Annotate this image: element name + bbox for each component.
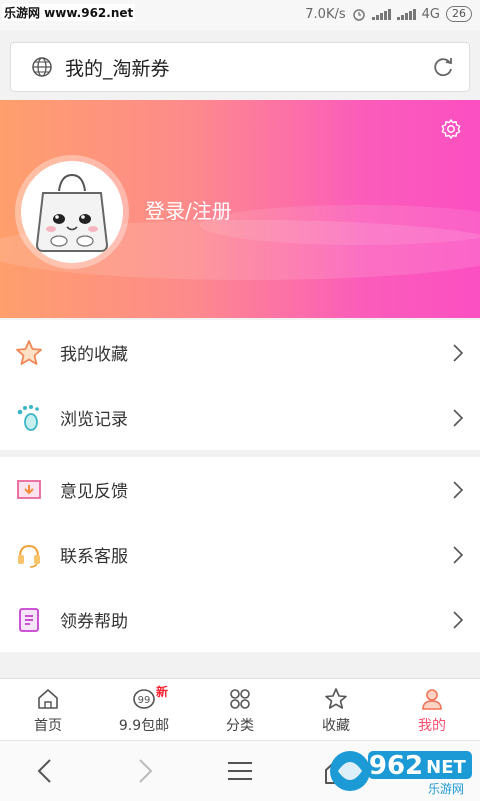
tab-favorites[interactable]: 收藏 [288, 679, 384, 741]
tab-free-shipping[interactable]: 99 新 9.9包邮 [96, 679, 192, 741]
menu-group-2: 意见反馈 联系客服 领券帮助 [0, 457, 480, 652]
tab-label: 我的 [418, 718, 446, 734]
menu-item-label: 我的收藏 [60, 345, 128, 365]
back-icon[interactable] [30, 755, 62, 787]
user-icon [422, 689, 442, 710]
logo-subtitle: 乐游网 [428, 782, 464, 796]
watermark-logo: 962 NET 乐游网 [330, 751, 472, 796]
status-bar: 乐游网 www.962.net 7.0K/s 4G 26 [0, 0, 480, 30]
shopping-bag-mascot-icon [35, 173, 109, 252]
menu-item-feedback[interactable]: 意见反馈 [0, 457, 480, 522]
tab-label: 首页 [34, 718, 62, 734]
free-shipping-icon: 99 [133, 689, 155, 709]
status-indicators: 7.0K/s 4G 26 [305, 6, 472, 22]
avatar-image [21, 161, 123, 263]
menu-item-coupon-help[interactable]: 领券帮助 [0, 587, 480, 652]
svg-text:99: 99 [138, 695, 151, 706]
watermark: 乐游网 www.962.net [2, 4, 136, 21]
logo-number: 962 [369, 751, 423, 781]
avatar[interactable] [15, 155, 129, 269]
signal-icon-2 [396, 8, 416, 20]
chevron-right-icon [453, 610, 464, 629]
tab-label: 9.9包邮 [118, 718, 170, 734]
network-speed: 7.0K/s [305, 6, 346, 22]
battery-indicator: 26 [446, 6, 472, 22]
profile-header: 登录/注册 [0, 100, 480, 318]
menu-item-history[interactable]: 浏览记录 [0, 385, 480, 450]
page-title: 我的_淘新券 [65, 57, 170, 80]
star-icon [16, 339, 42, 365]
menu-icon[interactable] [224, 755, 256, 787]
menu-item-label: 意见反馈 [60, 482, 128, 502]
tab-label: 分类 [226, 718, 254, 734]
footprint-icon [17, 404, 39, 431]
home-icon [38, 689, 58, 709]
menu-item-label: 联系客服 [60, 547, 128, 567]
feedback-icon [17, 479, 41, 499]
login-register-link[interactable]: 登录/注册 [145, 195, 232, 224]
menu-item-customer-service[interactable]: 联系客服 [0, 522, 480, 587]
signal-icon [371, 8, 391, 20]
network-type: 4G [421, 6, 440, 22]
bottom-tab-bar: 首页 99 新 9.9包邮 分类 收藏 我的 [0, 678, 480, 741]
gear-icon[interactable] [440, 118, 462, 140]
tab-category[interactable]: 分类 [192, 679, 288, 741]
menu-item-label: 领券帮助 [60, 612, 128, 632]
alarm-icon [352, 9, 365, 21]
refresh-icon[interactable] [431, 55, 455, 79]
tab-mine[interactable]: 我的 [384, 679, 480, 741]
globe-icon [32, 57, 52, 77]
menu-item-label: 浏览记录 [60, 410, 128, 430]
menu-group-1: 我的收藏 浏览记录 [0, 320, 480, 450]
chevron-right-icon [453, 545, 464, 564]
help-doc-icon [19, 607, 39, 632]
url-bar[interactable]: 我的_淘新券 [10, 42, 470, 92]
tab-home[interactable]: 首页 [0, 679, 96, 741]
tab-label: 收藏 [322, 718, 350, 734]
star-outline-icon [325, 688, 347, 709]
new-badge: 新 [156, 685, 169, 699]
headset-icon [18, 544, 40, 568]
forward-icon[interactable] [128, 755, 160, 787]
logo-suffix: NET [426, 757, 466, 778]
chevron-right-icon [453, 343, 464, 362]
menu-item-favorites[interactable]: 我的收藏 [0, 320, 480, 385]
chevron-right-icon [453, 480, 464, 499]
category-icon [230, 689, 250, 709]
chevron-right-icon [453, 408, 464, 427]
